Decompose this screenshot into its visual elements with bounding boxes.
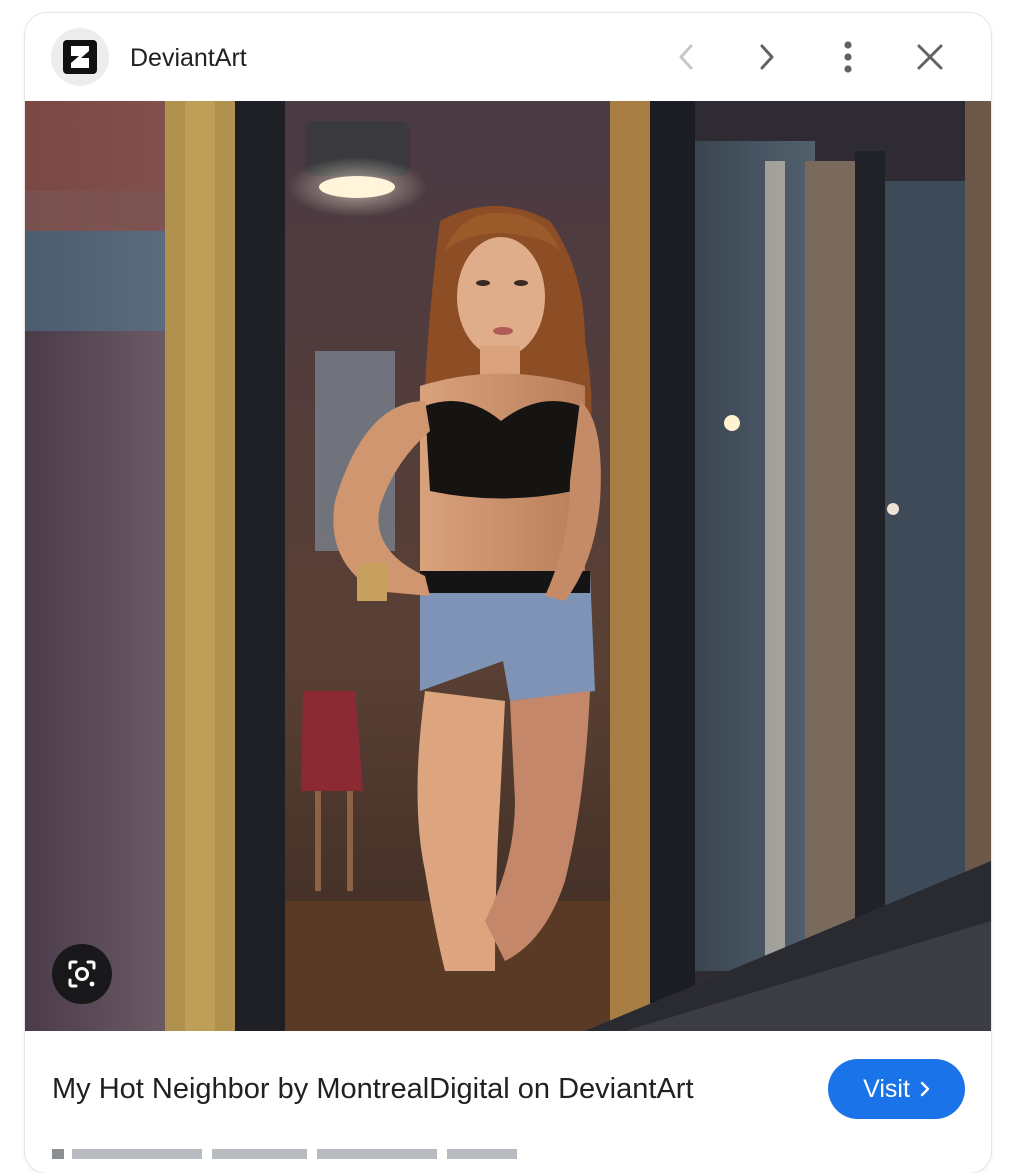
previous-button[interactable] xyxy=(662,33,710,81)
preview-footer: My Hot Neighbor by MontrealDigital on De… xyxy=(25,1031,991,1173)
visit-label: Visit xyxy=(863,1074,910,1103)
preview-image[interactable] xyxy=(25,101,991,1031)
site-name[interactable]: DeviantArt xyxy=(130,43,247,73)
close-button[interactable] xyxy=(906,33,954,81)
lens-search-button[interactable] xyxy=(52,944,112,1004)
chevron-right-icon xyxy=(760,44,774,70)
more-vert-icon xyxy=(844,41,852,73)
chevron-right-icon xyxy=(920,1081,930,1097)
preview-header: DeviantArt xyxy=(25,13,991,101)
description-cutoff xyxy=(52,1143,532,1159)
more-options-button[interactable] xyxy=(824,33,872,81)
image-preview-card: DeviantArt My Hot Neighbor by MontrealDi… xyxy=(25,13,991,1173)
image-title[interactable]: My Hot Neighbor by MontrealDigital on De… xyxy=(52,1071,694,1107)
site-favicon[interactable] xyxy=(51,28,109,86)
next-button[interactable] xyxy=(743,33,791,81)
visit-button[interactable]: Visit xyxy=(828,1059,965,1119)
deviantart-logo-icon xyxy=(63,40,97,74)
close-icon xyxy=(917,44,943,70)
chevron-left-icon xyxy=(679,44,693,70)
lens-search-icon xyxy=(68,960,96,988)
person-photo xyxy=(25,101,991,1031)
